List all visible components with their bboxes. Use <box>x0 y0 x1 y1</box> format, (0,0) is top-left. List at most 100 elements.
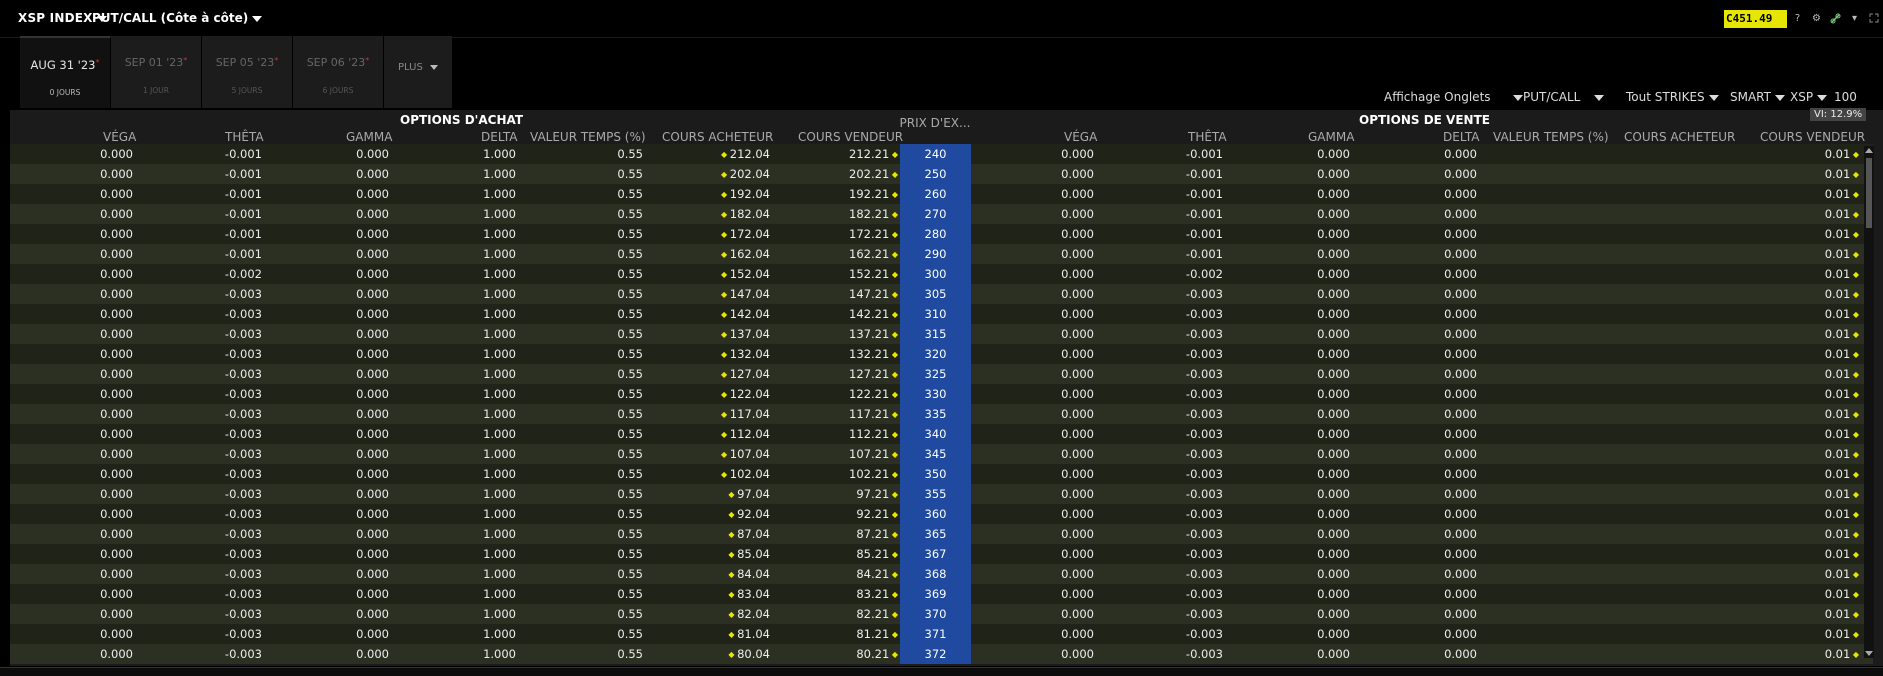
table-row[interactable]: 0.000 -0.003 0.000 1.000 0.55 ◆ 97.04 97.21 ◆ 0… <box>10 484 1873 504</box>
put-delta-cell[interactable]: 0.000 <box>1444 647 1477 661</box>
call-vega-cell[interactable]: 0.000 <box>100 367 133 381</box>
put-ask-header[interactable]: COURS VENDEUR <box>1760 130 1865 144</box>
call-vega-cell[interactable]: 0.000 <box>100 507 133 521</box>
call-vega-cell[interactable]: 0.000 <box>100 467 133 481</box>
call-gamma-cell[interactable]: 0.000 <box>356 427 389 441</box>
call-delta-cell[interactable]: 1.000 <box>483 407 516 421</box>
call-ask-cell[interactable]: 107.21 ◆ <box>849 447 898 461</box>
put-ask-cell[interactable]: 0.01 ◆ <box>1825 587 1859 601</box>
call-vega-cell[interactable]: 0.000 <box>100 607 133 621</box>
call-ask-cell[interactable]: 182.21 ◆ <box>849 207 898 221</box>
put-theta-header[interactable]: THÊTA <box>1188 130 1227 144</box>
call-delta-cell[interactable]: 1.000 <box>483 347 516 361</box>
table-row[interactable]: 0.000 -0.003 0.000 1.000 0.55 ◆ 81.04 81.21 ◆ 0… <box>10 624 1873 644</box>
call-timevalue-cell[interactable]: 0.55 <box>617 407 643 421</box>
put-delta-cell[interactable]: 0.000 <box>1444 507 1477 521</box>
call-ask-cell[interactable]: 192.21 ◆ <box>849 187 898 201</box>
call-timevalue-cell[interactable]: 0.55 <box>617 287 643 301</box>
table-row[interactable]: 0.000 -0.001 0.000 1.000 0.55 ◆ 192.04 192.21 … <box>10 184 1873 204</box>
call-timevalue-cell[interactable]: 0.55 <box>617 527 643 541</box>
call-gamma-cell[interactable]: 0.000 <box>356 327 389 341</box>
call-timevalue-cell[interactable]: 0.55 <box>617 447 643 461</box>
put-vega-cell[interactable]: 0.000 <box>1061 567 1094 581</box>
call-delta-cell[interactable]: 1.000 <box>483 327 516 341</box>
put-ask-cell[interactable]: 0.01 ◆ <box>1825 267 1859 281</box>
put-delta-cell[interactable]: 0.000 <box>1444 387 1477 401</box>
call-timevalue-cell[interactable]: 0.55 <box>617 467 643 481</box>
table-row[interactable]: 0.000 -0.003 0.000 1.000 0.55 ◆ 117.04 117.21 … <box>10 404 1873 424</box>
put-theta-cell[interactable]: -0.003 <box>1186 367 1223 381</box>
call-ask-cell[interactable]: 212.21 ◆ <box>849 147 898 161</box>
put-ask-cell[interactable]: 0.01 ◆ <box>1825 407 1859 421</box>
call-timevalue-cell[interactable]: 0.55 <box>617 567 643 581</box>
layout-selector[interactable]: PUT/CALL (Côte à côte) <box>92 11 263 25</box>
put-vega-cell[interactable]: 0.000 <box>1061 207 1094 221</box>
call-timevalue-cell[interactable]: 0.55 <box>617 627 643 641</box>
put-gamma-cell[interactable]: 0.000 <box>1317 227 1350 241</box>
call-ask-cell[interactable]: 84.21 ◆ <box>856 567 898 581</box>
put-gamma-cell[interactable]: 0.000 <box>1317 547 1350 561</box>
put-theta-cell[interactable]: -0.003 <box>1186 487 1223 501</box>
put-ask-cell[interactable]: 0.01 ◆ <box>1825 167 1859 181</box>
call-bid-cell[interactable]: ◆ 97.04 <box>728 487 770 501</box>
call-bid-cell[interactable]: ◆ 212.04 <box>721 147 770 161</box>
call-delta-cell[interactable]: 1.000 <box>483 207 516 221</box>
put-ask-cell[interactable]: 0.01 ◆ <box>1825 307 1859 321</box>
call-bid-header[interactable]: COURS ACHETEUR <box>662 130 773 144</box>
call-theta-cell[interactable]: -0.001 <box>225 147 262 161</box>
put-theta-cell[interactable]: -0.001 <box>1186 147 1223 161</box>
strike-cell[interactable]: 367 <box>900 544 971 564</box>
strike-cell[interactable]: 369 <box>900 584 971 604</box>
strike-cell[interactable]: 371 <box>900 624 971 644</box>
call-timevalue-cell[interactable]: 0.55 <box>617 507 643 521</box>
call-ask-cell[interactable]: 162.21 ◆ <box>849 247 898 261</box>
put-vega-cell[interactable]: 0.000 <box>1061 147 1094 161</box>
table-row[interactable]: 0.000 -0.003 0.000 1.000 0.55 ◆ 147.04 147.21 … <box>10 284 1873 304</box>
put-delta-cell[interactable]: 0.000 <box>1444 207 1477 221</box>
put-delta-cell[interactable]: 0.000 <box>1444 567 1477 581</box>
call-vega-cell[interactable]: 0.000 <box>100 387 133 401</box>
table-row[interactable]: 0.000 -0.003 0.000 1.000 0.55 ◆ 122.04 122.21 … <box>10 384 1873 404</box>
call-bid-cell[interactable]: ◆ 127.04 <box>721 367 770 381</box>
put-delta-cell[interactable]: 0.000 <box>1444 367 1477 381</box>
put-ask-cell[interactable]: 0.01 ◆ <box>1825 187 1859 201</box>
put-theta-cell[interactable]: -0.003 <box>1186 547 1223 561</box>
call-theta-cell[interactable]: -0.003 <box>225 587 262 601</box>
table-row[interactable]: 0.000 -0.001 0.000 1.000 0.55 ◆ 172.04 172.21 … <box>10 224 1873 244</box>
strike-cell[interactable]: 270 <box>900 204 971 224</box>
call-bid-cell[interactable]: ◆ 80.04 <box>728 647 770 661</box>
put-gamma-cell[interactable]: 0.000 <box>1317 387 1350 401</box>
table-row[interactable]: 0.000 -0.003 0.000 1.000 0.55 ◆ 80.04 80.21 ◆ 0… <box>10 644 1873 664</box>
call-timevalue-cell[interactable]: 0.55 <box>617 187 643 201</box>
call-gamma-cell[interactable]: 0.000 <box>356 527 389 541</box>
call-ask-cell[interactable]: 202.21 ◆ <box>849 167 898 181</box>
tab-expiry-3[interactable]: SEP 06 '23* 6 JOURS <box>293 36 384 108</box>
call-gamma-cell[interactable]: 0.000 <box>356 347 389 361</box>
strike-cell[interactable]: 355 <box>900 484 971 504</box>
call-ask-cell[interactable]: 132.21 ◆ <box>849 347 898 361</box>
call-theta-cell[interactable]: -0.003 <box>225 627 262 641</box>
call-timevalue-cell[interactable]: 0.55 <box>617 607 643 621</box>
call-delta-cell[interactable]: 1.000 <box>483 287 516 301</box>
put-ask-cell[interactable]: 0.01 ◆ <box>1825 487 1859 501</box>
call-ask-cell[interactable]: 87.21 ◆ <box>856 527 898 541</box>
call-bid-cell[interactable]: ◆ 112.04 <box>721 427 770 441</box>
table-row[interactable]: 0.000 -0.003 0.000 1.000 0.55 ◆ 102.04 102.21 … <box>10 464 1873 484</box>
put-vega-cell[interactable]: 0.000 <box>1061 247 1094 261</box>
call-vega-cell[interactable]: 0.000 <box>100 447 133 461</box>
call-timevalue-header[interactable]: VALEUR TEMPS (%) <box>530 130 646 144</box>
call-timevalue-cell[interactable]: 0.55 <box>617 427 643 441</box>
strike-cell[interactable]: 260 <box>900 184 971 204</box>
call-theta-cell[interactable]: -0.001 <box>225 227 262 241</box>
call-ask-cell[interactable]: 152.21 ◆ <box>849 267 898 281</box>
put-theta-cell[interactable]: -0.003 <box>1186 647 1223 661</box>
put-delta-cell[interactable]: 0.000 <box>1444 627 1477 641</box>
call-gamma-cell[interactable]: 0.000 <box>356 307 389 321</box>
call-bid-cell[interactable]: ◆ 83.04 <box>728 587 770 601</box>
table-row[interactable]: 0.000 -0.003 0.000 1.000 0.55 ◆ 127.04 127.21 … <box>10 364 1873 384</box>
call-bid-cell[interactable]: ◆ 147.04 <box>721 287 770 301</box>
put-theta-cell[interactable]: -0.003 <box>1186 527 1223 541</box>
call-theta-cell[interactable]: -0.003 <box>225 547 262 561</box>
put-gamma-cell[interactable]: 0.000 <box>1317 467 1350 481</box>
put-delta-cell[interactable]: 0.000 <box>1444 587 1477 601</box>
